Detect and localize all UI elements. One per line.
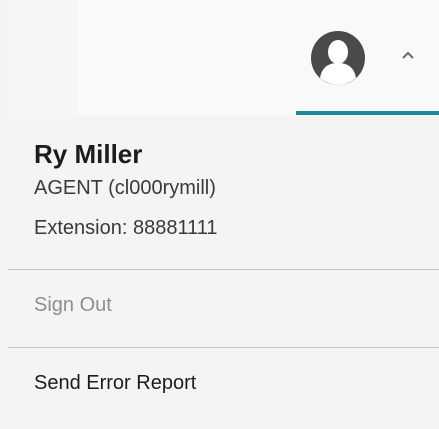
panel-edge xyxy=(0,0,8,429)
user-menu-popover: Ry Miller AGENT (cl000rymill) Extension:… xyxy=(0,0,439,429)
sign-out-label: Sign Out xyxy=(34,294,112,316)
user-menu-toggle[interactable] xyxy=(296,0,439,115)
user-avatar-icon xyxy=(310,30,366,86)
user-role: AGENT (cl000rymill) xyxy=(34,177,216,199)
dropdown-menu: Ry Miller AGENT (cl000rymill) Extension:… xyxy=(8,115,439,429)
user-extension: Extension: 88881111 xyxy=(34,217,218,239)
user-info-section: Ry Miller AGENT (cl000rymill) Extension:… xyxy=(8,115,439,269)
header-spacer xyxy=(78,0,304,115)
send-error-report-label: Send Error Report xyxy=(34,372,197,394)
chevron-up-icon xyxy=(398,46,418,66)
send-error-report-menu-item[interactable]: Send Error Report xyxy=(8,348,439,424)
sign-out-menu-item[interactable]: Sign Out xyxy=(8,270,439,346)
user-name: Ry Miller xyxy=(34,139,143,169)
